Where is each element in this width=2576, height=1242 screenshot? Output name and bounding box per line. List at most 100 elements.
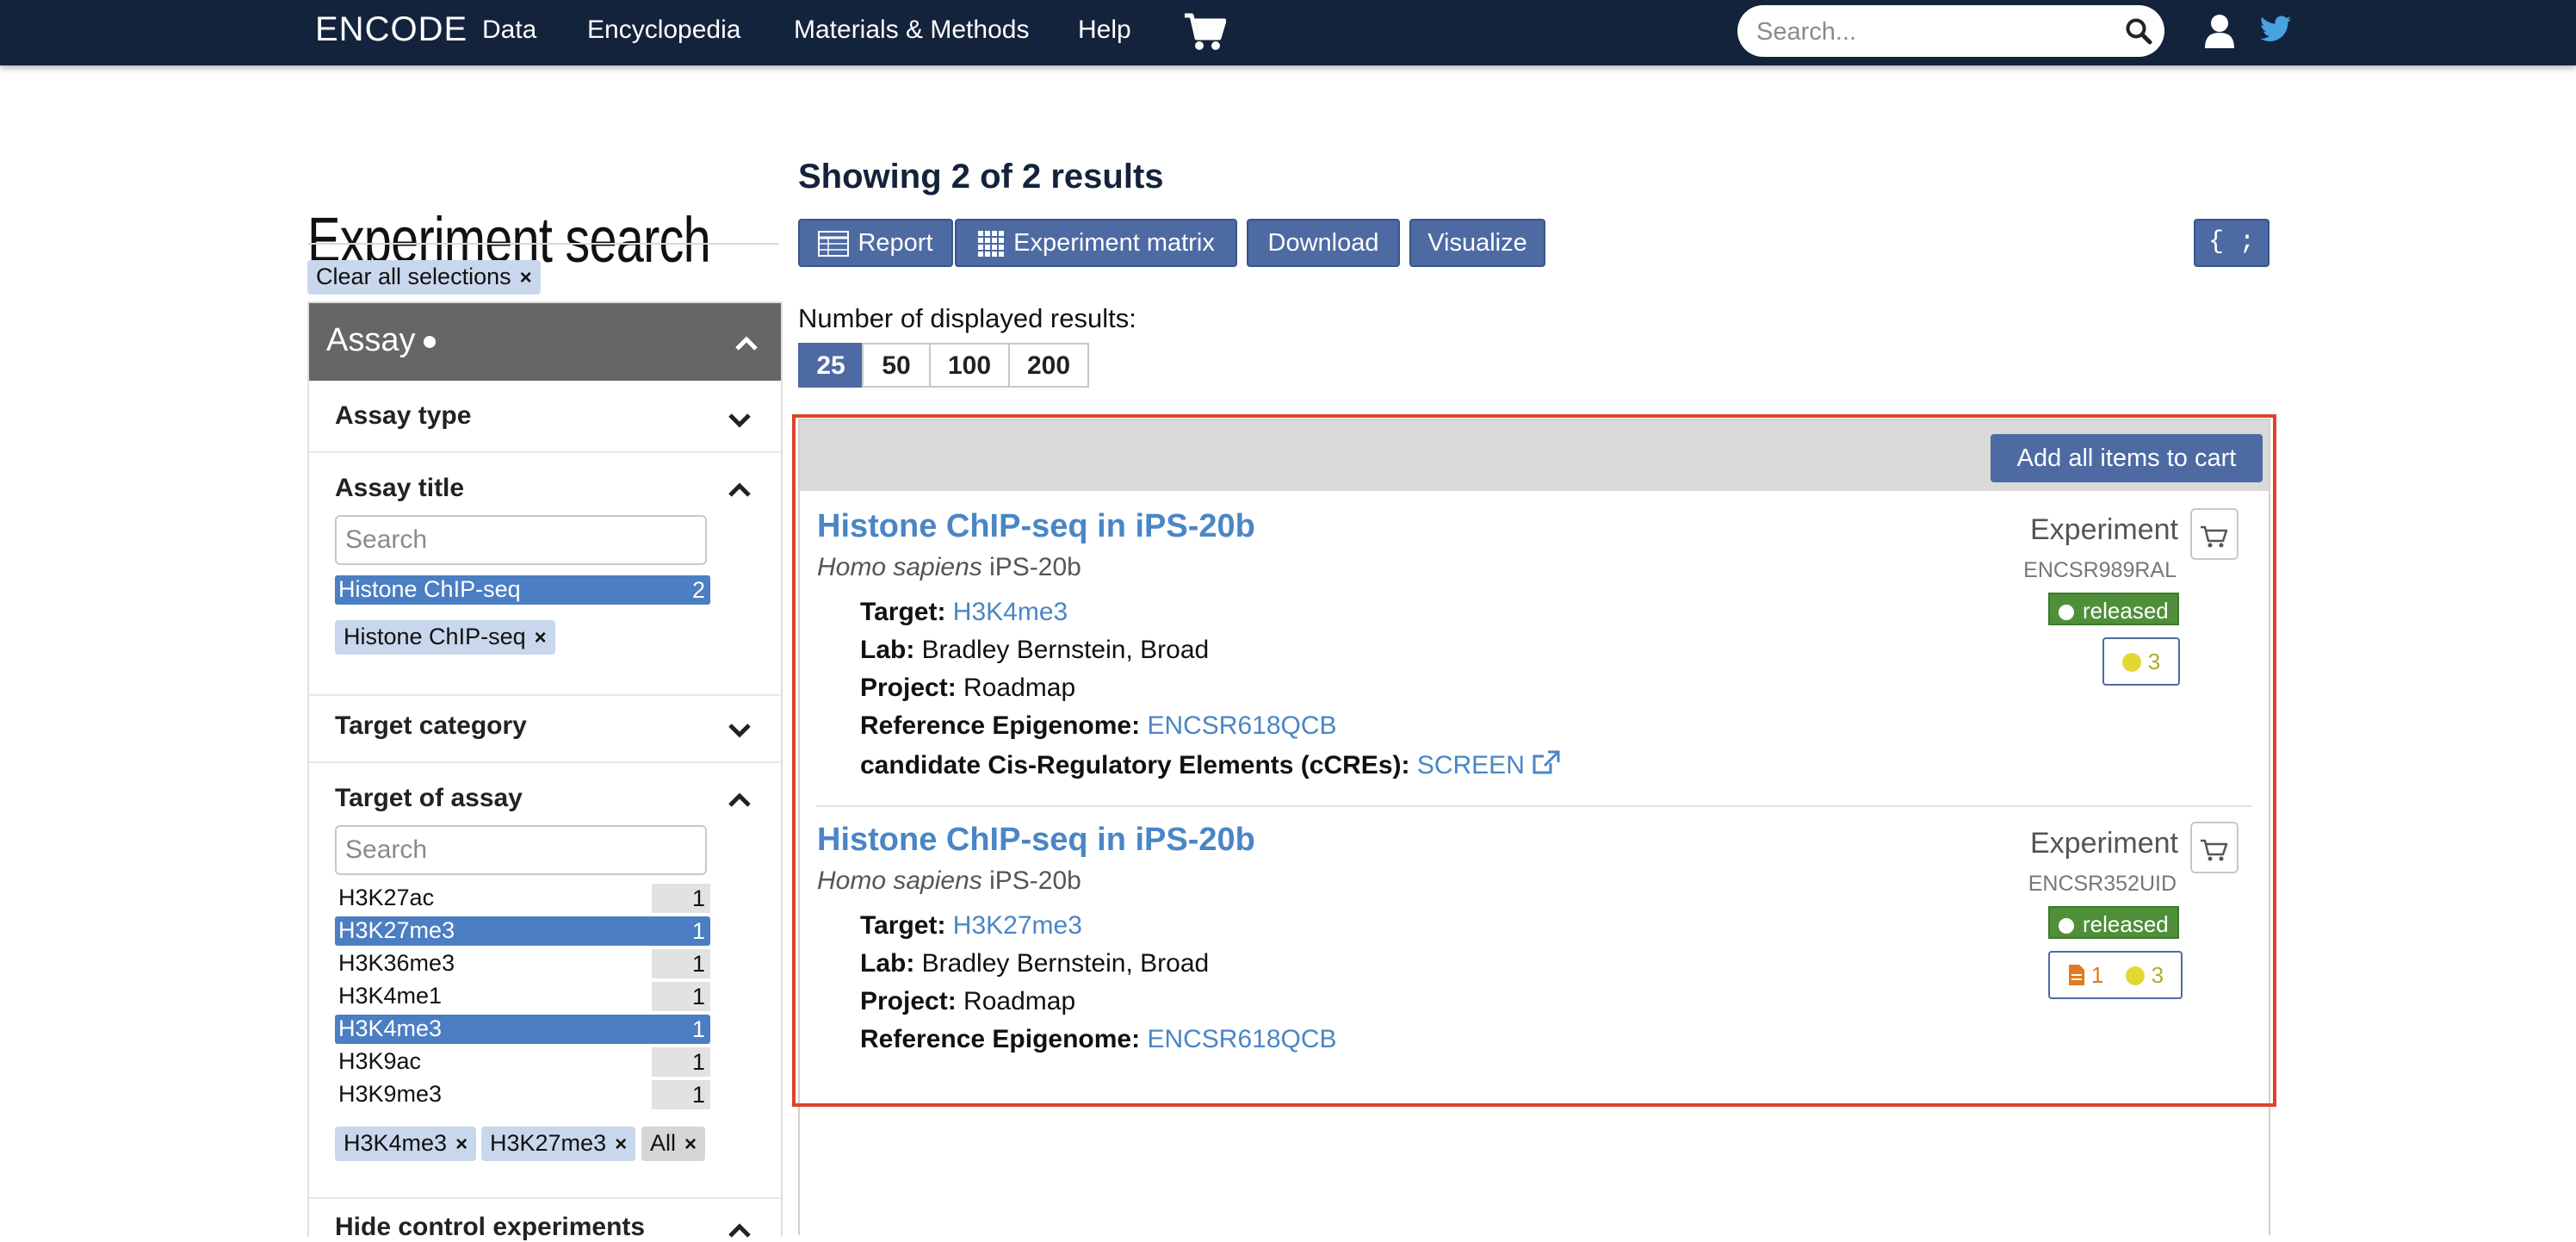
encode-logo-link[interactable]: ENCODE <box>315 10 468 49</box>
result-title-link[interactable]: Histone ChIP-seq in iPS-20b <box>817 508 1255 545</box>
page-size-200[interactable]: 200 <box>1008 343 1089 388</box>
target-search-input[interactable] <box>335 825 707 875</box>
facet-title-assay-title[interactable]: Assay title <box>335 474 464 503</box>
facet-panel: Assay Assay type Assay title Histone ChI… <box>307 301 783 1241</box>
global-search-input[interactable] <box>1755 14 2102 50</box>
add-to-cart-button[interactable] <box>2190 508 2239 560</box>
search-icon[interactable] <box>2125 17 2152 45</box>
external-link-icon <box>1533 750 1560 774</box>
facet-term-h3k9me3[interactable]: H3K9me3 1 <box>335 1080 710 1109</box>
target-link[interactable]: H3K4me3 <box>953 598 1068 626</box>
facet-divider <box>309 1197 781 1199</box>
chevron-up-icon[interactable] <box>728 481 752 498</box>
chevron-down-icon[interactable] <box>728 722 752 739</box>
status-badge: released <box>2048 906 2179 939</box>
cart-icon <box>2201 525 2228 548</box>
clear-all-label: Clear all selections <box>316 264 511 289</box>
chevron-up-icon[interactable] <box>734 334 759 351</box>
result-accession: ENCSR989RAL <box>2023 558 2177 582</box>
top-navbar: ENCODE Data Encyclopedia Materials & Met… <box>0 0 2576 65</box>
chevron-up-icon[interactable] <box>728 791 752 808</box>
facet-term-h3k4me3[interactable]: H3K4me3 1 <box>335 1015 710 1044</box>
audit-warning-dot-icon <box>2121 653 2141 672</box>
chevron-up-icon[interactable] <box>728 1221 752 1239</box>
chevron-down-icon[interactable] <box>728 412 752 429</box>
cart-icon[interactable] <box>1183 12 1227 52</box>
audit-warning-dot-icon <box>2125 966 2145 985</box>
facet-divider <box>309 761 781 763</box>
facet-term-h3k27ac[interactable]: H3K27ac 1 <box>335 884 710 913</box>
close-icon[interactable]: × <box>535 626 547 649</box>
download-button[interactable]: Download <box>1247 219 1400 267</box>
grid-icon <box>978 231 1005 258</box>
result-title-link[interactable]: Histone ChIP-seq in iPS-20b <box>817 822 1255 859</box>
visualize-button[interactable]: Visualize <box>1409 219 1545 267</box>
selection-dot-icon <box>424 335 437 348</box>
facet-title-hide-control[interactable]: Hide control experiments <box>335 1213 645 1242</box>
title-divider <box>307 243 779 245</box>
cart-icon <box>2201 839 2228 861</box>
close-icon[interactable]: × <box>520 266 532 289</box>
add-all-to-cart-button[interactable]: Add all items to cart <box>1991 434 2263 482</box>
assay-title-search-input[interactable] <box>335 515 707 565</box>
experiment-matrix-button[interactable]: Experiment matrix <box>955 219 1237 267</box>
result-reference-epigenome-field: Reference Epigenome: ENCSR618QCB <box>860 711 1337 740</box>
screen-link[interactable]: SCREEN <box>1417 750 1561 779</box>
global-search-box <box>1737 5 2164 57</box>
clear-all-selections-pill[interactable]: Clear all selections × <box>307 260 541 295</box>
user-icon[interactable] <box>2204 14 2235 48</box>
add-to-cart-button[interactable] <box>2190 822 2239 873</box>
facet-title-assay-type[interactable]: Assay type <box>335 401 471 431</box>
result-accession: ENCSR352UID <box>2028 872 2177 896</box>
report-button[interactable]: Report <box>798 219 953 267</box>
facet-term-h3k9ac[interactable]: H3K9ac 1 <box>335 1047 710 1077</box>
page-size-25[interactable]: 25 <box>798 343 864 388</box>
target-link[interactable]: H3K27me3 <box>953 911 1082 940</box>
nav-link-encyclopedia[interactable]: Encyclopedia <box>587 16 740 45</box>
facet-term-h3k27me3[interactable]: H3K27me3 1 <box>335 916 710 946</box>
facet-title-target-of-assay[interactable]: Target of assay <box>335 784 523 813</box>
facet-term-histone-chip-seq[interactable]: Histone ChIP-seq 2 <box>335 575 710 605</box>
results-count-heading: Showing 2 of 2 results <box>798 158 1164 196</box>
result-organism: Homo sapiens iPS-20b <box>817 866 1081 895</box>
nav-link-help[interactable]: Help <box>1078 16 1131 45</box>
page-size-100[interactable]: 100 <box>929 343 1010 388</box>
close-icon[interactable]: × <box>684 1133 697 1156</box>
displayed-results-label: Number of displayed results: <box>798 303 1136 333</box>
result-reference-epigenome-field: Reference Epigenome: ENCSR618QCB <box>860 1025 1337 1053</box>
table-icon <box>818 231 850 258</box>
reference-epigenome-link[interactable]: ENCSR618QCB <box>1147 711 1336 740</box>
result-lab-field: Lab: Bradley Bernstein, Broad <box>860 949 1210 978</box>
assay-facet-group-header[interactable]: Assay <box>309 303 781 381</box>
status-badge: released <box>2048 593 2179 625</box>
target-selection-pill-all[interactable]: All × <box>641 1127 706 1161</box>
audit-file-icon <box>2068 965 2084 985</box>
assay-title-selection-pill[interactable]: Histone ChIP-seq × <box>335 620 555 655</box>
status-dot-icon <box>2059 605 2074 620</box>
result-target-field: Target: H3K4me3 <box>860 598 1068 626</box>
status-dot-icon <box>2059 918 2074 934</box>
audit-button[interactable]: 1 3 <box>2048 951 2183 999</box>
nav-link-materials-methods[interactable]: Materials & Methods <box>794 16 1029 45</box>
result-lab-field: Lab: Bradley Bernstein, Broad <box>860 636 1210 664</box>
twitter-icon[interactable] <box>2260 16 2292 43</box>
close-icon[interactable]: × <box>615 1133 627 1156</box>
audit-button[interactable]: 3 <box>2102 637 2180 686</box>
result-project-field: Project: Roadmap <box>860 987 1076 1015</box>
facet-term-h3k36me3[interactable]: H3K36me3 1 <box>335 949 710 978</box>
facet-divider <box>309 451 781 453</box>
close-icon[interactable]: × <box>455 1133 468 1156</box>
result-divider <box>816 805 2252 807</box>
page-size-50[interactable]: 50 <box>862 343 931 388</box>
json-view-button[interactable]: { ; } <box>2194 219 2269 300</box>
target-selection-pill-h3k27me3[interactable]: H3K27me3 × <box>481 1127 636 1161</box>
reference-epigenome-link[interactable]: ENCSR618QCB <box>1147 1025 1336 1053</box>
facet-title-target-category[interactable]: Target category <box>335 711 527 741</box>
result-ccre-field: candidate Cis-Regulatory Elements (cCREs… <box>860 749 1561 780</box>
nav-link-data[interactable]: Data <box>482 16 536 45</box>
result-type: Experiment <box>2030 513 2178 546</box>
target-selection-pill-h3k4me3[interactable]: H3K4me3 × <box>335 1127 477 1161</box>
result-target-field: Target: H3K27me3 <box>860 911 1082 940</box>
result-type: Experiment <box>2030 827 2178 860</box>
facet-term-h3k4me1[interactable]: H3K4me1 1 <box>335 982 710 1011</box>
